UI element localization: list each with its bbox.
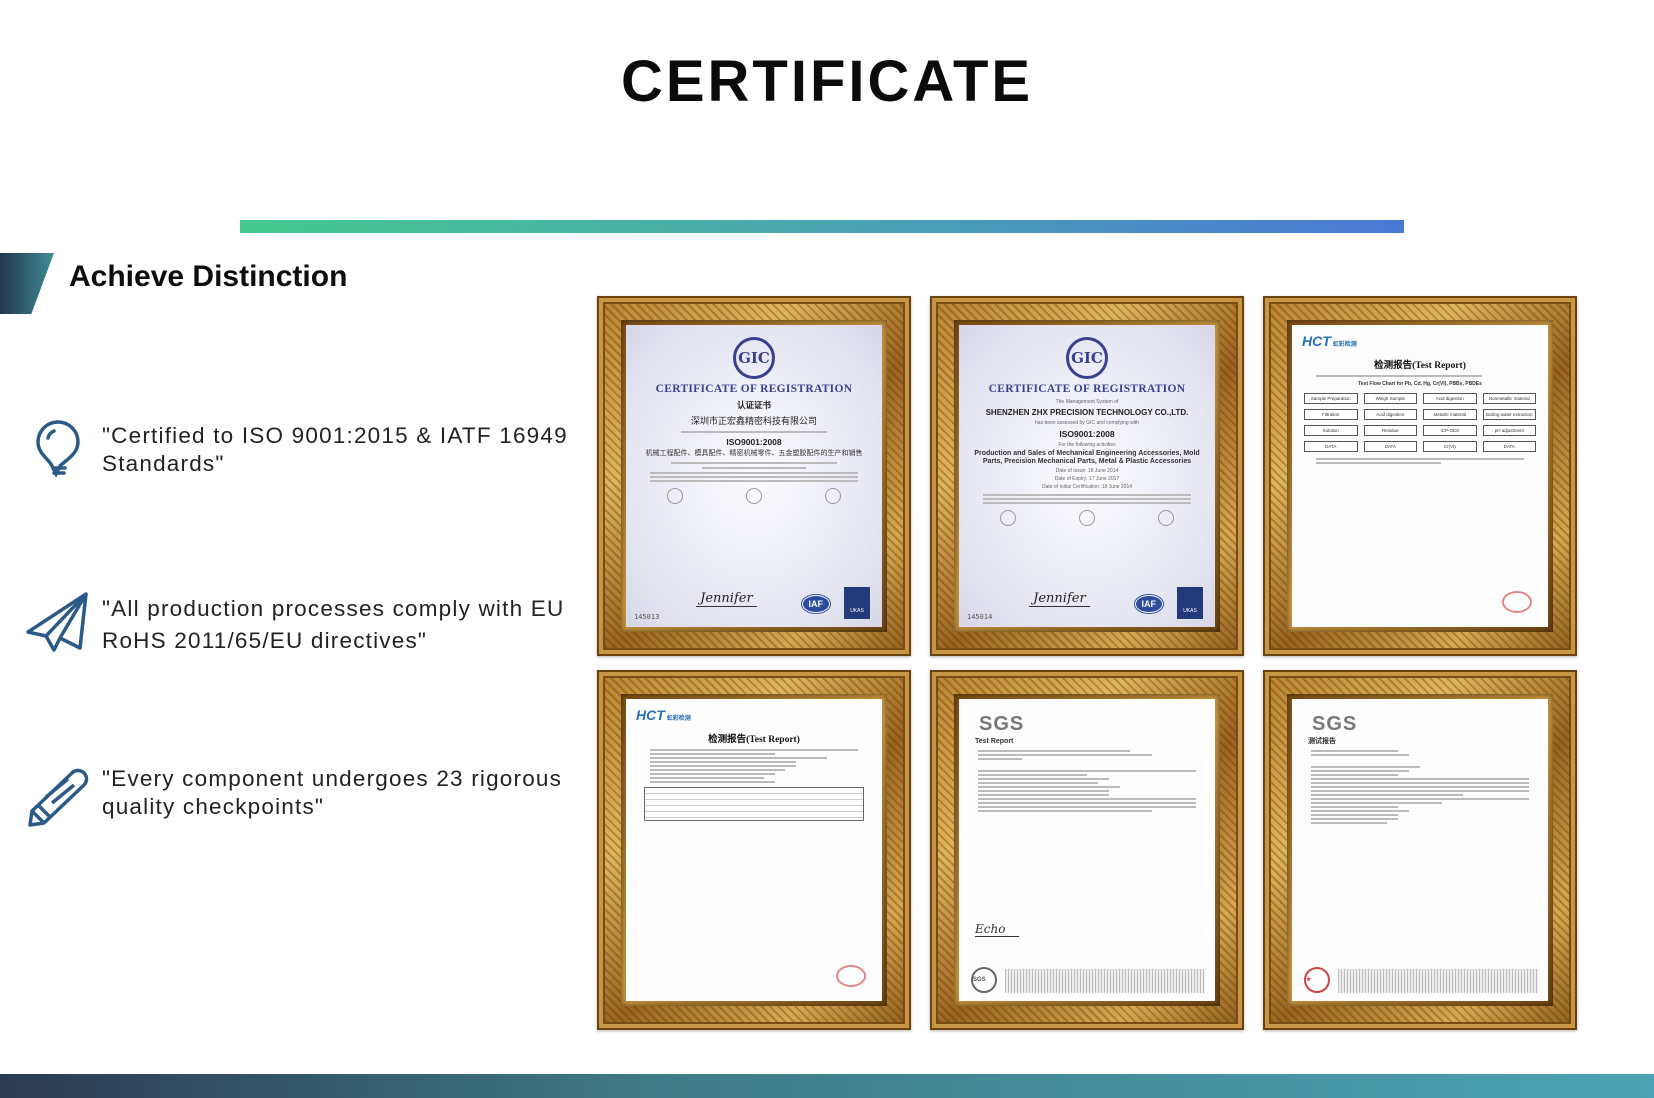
flowchart-box: Acid digestion: [1423, 393, 1477, 404]
hct-logo: HCT 虹彩检测: [1302, 333, 1357, 349]
bottom-gradient-bar: [0, 1074, 1654, 1098]
gic-logo: GIC: [1066, 337, 1108, 379]
pencil-icon: [28, 768, 89, 827]
report-title: 检测报告(Test Report): [1374, 361, 1466, 371]
red-seal: ★: [1304, 967, 1330, 993]
accent-gradient-bar: [240, 220, 1404, 233]
flowchart-box: DATA: [1363, 441, 1417, 452]
flowchart-box: Residue: [1363, 425, 1417, 436]
page-title: CERTIFICATE: [620, 49, 1034, 114]
flowchart-box: Cr(VI): [1423, 441, 1477, 452]
flowchart-title: Test Flow Chart for Pb, Cd, Hg, Cr(VI), …: [1358, 381, 1482, 387]
report-title: 测试报告: [1308, 738, 1336, 745]
feature-text: "Every component undergoes 23 rigorous q…: [102, 766, 563, 819]
flowchart-box: pH adjustment: [1482, 425, 1536, 436]
certificate-expiry-date: Date of Expiry: 17 June 2017: [1054, 476, 1120, 482]
certificate-number: 145013: [634, 613, 660, 621]
certificate-frame-sgs-chinese: SGS 测试报告 ★: [1263, 670, 1577, 1030]
footer-fine-print: [1338, 969, 1538, 993]
signature: Echo: [975, 922, 1020, 937]
results-table: [644, 787, 864, 821]
ukas-badge: UKAS: [1177, 587, 1203, 619]
certificate-scope: 机械工程配件、模具配件、精密机械零件、五金塑胶配件的生产和销售: [645, 450, 863, 457]
red-stamp: [836, 965, 866, 987]
iaf-badge: IAF: [1134, 595, 1163, 613]
certificate-initial-date: Date of Initial Certification: 18 June 2…: [1041, 484, 1133, 490]
footer-fine-print: [1005, 969, 1205, 993]
certificate-standard: ISO9001:2008: [1059, 429, 1115, 439]
certificate-title: CERTIFICATE OF REGISTRATION: [655, 383, 853, 395]
signature: Jennifer: [1029, 591, 1090, 607]
flowchart-box: Acid digestion: [1363, 409, 1417, 420]
flowchart-box: ICP-OES: [1423, 425, 1477, 436]
paper-plane-icon: [26, 592, 88, 652]
hct-logo: HCT 虹彩检测: [636, 707, 691, 723]
certificate-scope: Production and Sales of Mechanical Engin…: [974, 450, 1200, 465]
certificate-standard: ISO9001:2008: [726, 437, 782, 447]
red-stamp: [1502, 591, 1532, 613]
feature-text: "All production processes comply with EU…: [102, 596, 565, 653]
sgs-logo: SGS: [1312, 713, 1358, 735]
certificate-frame-iso-chinese: GIC CERTIFICATE OF REGISTRATION 认证证书 深圳市…: [597, 296, 911, 656]
certificate-issue-date: Date of Issue: 18 June 2014: [1055, 468, 1119, 474]
certificate-title: CERTIFICATE OF REGISTRATION: [988, 383, 1186, 395]
flowchart-box: Sample Preparation: [1304, 393, 1358, 404]
certificate-frame-iso-english: GIC CERTIFICATE OF REGISTRATION The Mana…: [930, 296, 1244, 656]
sgs-seal: SGS: [971, 967, 997, 993]
section-tab-marker: [0, 253, 54, 314]
feature-text: "Certified to ISO 9001:2015 & IATF 16949…: [102, 423, 568, 476]
flowchart-box: DATA: [1482, 441, 1536, 452]
report-title: Test Report: [975, 738, 1014, 745]
flowchart-box: Solution: [1304, 425, 1358, 436]
report-title: 检测报告(Test Report): [708, 735, 800, 745]
certificate-frame-sgs-english: SGS Test Report Echo SGS: [930, 670, 1244, 1030]
certificate-frame-test-report: HCT 虹彩检测 检测报告(Test Report): [597, 670, 911, 1030]
section-title: Achieve Distinction: [69, 260, 348, 293]
iaf-badge: IAF: [801, 595, 830, 613]
flowchart-box: Nonmetallic material: [1482, 393, 1536, 404]
certificate-activities-label: For the following activities: [1058, 442, 1116, 448]
certificate-frame-test-flowchart: HCT 虹彩检测 检测报告(Test Report) Test Flow Char…: [1263, 296, 1577, 656]
flowchart-box: DATA: [1304, 441, 1358, 452]
certificate-company: 深圳市正宏鑫精密科技有限公司: [690, 416, 817, 426]
certificate-intro: The Management System of: [1055, 399, 1119, 405]
signature: Jennifer: [696, 591, 757, 607]
flowchart-box: Metallic material: [1423, 409, 1477, 420]
lightbulb-icon: [36, 420, 80, 478]
certificate-number: 145014: [967, 613, 993, 621]
ukas-badge: UKAS: [844, 587, 870, 619]
flowchart-box: Boiling water extraction: [1482, 409, 1536, 420]
sgs-logo: SGS: [979, 713, 1025, 735]
certificate-assessed: has been assessed by GIC and complying w…: [1035, 420, 1139, 426]
flowchart-box: Filtration: [1304, 409, 1358, 420]
certificate-company: SHENZHEN ZHX PRECISION TECHNOLOGY CO.,LT…: [985, 408, 1189, 417]
flowchart-box: Weigh Sample: [1363, 393, 1417, 404]
gic-logo: GIC: [733, 337, 775, 379]
certificate-subtitle: 认证证书: [736, 400, 771, 410]
flowchart: Sample Preparation Weigh Sample Acid diges…: [1304, 393, 1536, 452]
